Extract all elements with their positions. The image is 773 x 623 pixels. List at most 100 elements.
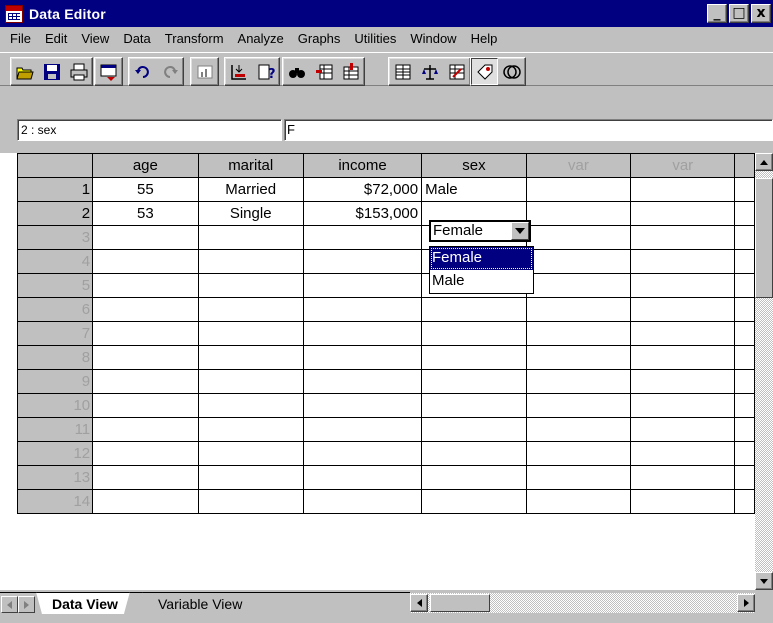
- cell-sex[interactable]: [421, 393, 527, 418]
- cell-var[interactable]: [630, 441, 736, 466]
- dropdown-option-female[interactable]: Female: [430, 247, 533, 270]
- cell-empty[interactable]: [734, 177, 755, 202]
- print-icon[interactable]: [65, 58, 92, 85]
- cell-var[interactable]: [630, 249, 736, 274]
- row-number[interactable]: 13: [16, 465, 94, 490]
- row-number[interactable]: 12: [16, 441, 94, 466]
- cell-income[interactable]: [302, 393, 423, 418]
- cell-age[interactable]: [92, 345, 199, 370]
- undo-icon[interactable]: [129, 58, 156, 85]
- menu-help[interactable]: Help: [464, 29, 505, 49]
- cell-var[interactable]: [525, 441, 632, 466]
- cell-marital[interactable]: [197, 441, 304, 466]
- vertical-scroll-thumb[interactable]: [755, 178, 773, 298]
- cell-var[interactable]: [525, 369, 632, 394]
- menu-window[interactable]: Window: [403, 29, 463, 49]
- cell-var[interactable]: [525, 177, 632, 202]
- horizontal-scrollbar[interactable]: [410, 593, 755, 613]
- cell-var[interactable]: [630, 177, 736, 202]
- cell-age[interactable]: [92, 225, 199, 250]
- menu-utilities[interactable]: Utilities: [347, 29, 403, 49]
- scroll-up-icon[interactable]: [755, 153, 773, 171]
- cell-marital[interactable]: [197, 249, 304, 274]
- cell-var[interactable]: [630, 417, 736, 442]
- grid-corner[interactable]: [16, 153, 94, 178]
- cell-empty[interactable]: [734, 441, 755, 466]
- cell-sex[interactable]: [421, 297, 527, 322]
- cell-empty[interactable]: [734, 321, 755, 346]
- cell-income[interactable]: [302, 225, 423, 250]
- cell-empty[interactable]: [734, 393, 755, 418]
- cell-income[interactable]: [302, 249, 423, 274]
- cell-marital[interactable]: [197, 345, 304, 370]
- cell-marital[interactable]: [197, 225, 304, 250]
- cell-age[interactable]: [92, 297, 199, 322]
- cell-empty[interactable]: [734, 345, 755, 370]
- column-header-age[interactable]: age: [92, 153, 199, 178]
- cell-marital[interactable]: [197, 297, 304, 322]
- select-cases-icon[interactable]: [443, 58, 470, 85]
- cell-var[interactable]: [630, 489, 736, 514]
- row-number[interactable]: 10: [16, 393, 94, 418]
- row-number[interactable]: 3: [16, 225, 94, 250]
- open-icon[interactable]: [11, 58, 38, 85]
- row-number[interactable]: 14: [16, 489, 94, 514]
- tab-scroll-right-icon[interactable]: [18, 596, 35, 613]
- column-header-marital[interactable]: marital: [197, 153, 304, 178]
- cell-var[interactable]: [525, 465, 632, 490]
- cell-sex[interactable]: [421, 417, 527, 442]
- column-header-sex[interactable]: sex: [421, 153, 527, 178]
- cell-var[interactable]: [525, 249, 632, 274]
- scroll-left-icon[interactable]: [410, 594, 428, 612]
- cell-empty[interactable]: [734, 465, 755, 490]
- cell-income[interactable]: [302, 321, 423, 346]
- cell-age[interactable]: [92, 417, 199, 442]
- menu-edit[interactable]: Edit: [38, 29, 74, 49]
- cell-var[interactable]: [630, 201, 736, 226]
- sex-value-combo[interactable]: Female: [429, 220, 531, 242]
- cell-empty[interactable]: [734, 225, 755, 250]
- cell-marital[interactable]: [197, 417, 304, 442]
- cell-var[interactable]: [630, 393, 736, 418]
- weight-cases-icon[interactable]: [416, 58, 443, 85]
- cell-marital[interactable]: Married: [197, 177, 304, 202]
- cell-marital[interactable]: [197, 321, 304, 346]
- title-bar[interactable]: Data Editor _ □ x: [0, 0, 773, 27]
- cell-sex[interactable]: [421, 441, 527, 466]
- cell-sex[interactable]: [421, 369, 527, 394]
- horizontal-scroll-thumb[interactable]: [430, 594, 490, 612]
- goto-chart-icon[interactable]: [191, 58, 218, 85]
- cell-var[interactable]: [525, 321, 632, 346]
- row-number[interactable]: 1: [16, 177, 94, 202]
- cell-income[interactable]: [302, 417, 423, 442]
- cell-var[interactable]: [525, 417, 632, 442]
- column-header-income[interactable]: income: [302, 153, 423, 178]
- row-number[interactable]: 2: [16, 201, 94, 226]
- scroll-down-icon[interactable]: [755, 572, 773, 590]
- cell-marital[interactable]: [197, 489, 304, 514]
- row-number[interactable]: 11: [16, 417, 94, 442]
- scroll-right-icon[interactable]: [737, 594, 755, 612]
- chevron-down-icon[interactable]: [511, 222, 529, 240]
- cell-marital[interactable]: [197, 369, 304, 394]
- goto-case-icon[interactable]: [225, 58, 252, 85]
- maximize-button[interactable]: □: [729, 4, 749, 23]
- dialog-recall-icon[interactable]: [95, 58, 122, 85]
- cell-income[interactable]: $153,000: [302, 201, 423, 226]
- cell-income[interactable]: [302, 273, 423, 298]
- dropdown-option-male[interactable]: Male: [430, 270, 533, 293]
- cell-empty[interactable]: [734, 417, 755, 442]
- row-number[interactable]: 7: [16, 321, 94, 346]
- cell-var[interactable]: [525, 273, 632, 298]
- menu-view[interactable]: View: [74, 29, 116, 49]
- minimize-button[interactable]: _: [707, 4, 727, 23]
- row-number[interactable]: 5: [16, 273, 94, 298]
- cell-income[interactable]: [302, 465, 423, 490]
- cell-marital[interactable]: [197, 465, 304, 490]
- cell-income[interactable]: $72,000: [302, 177, 423, 202]
- row-number[interactable]: 6: [16, 297, 94, 322]
- column-header-var[interactable]: var: [525, 153, 632, 178]
- cell-var[interactable]: [630, 321, 736, 346]
- cell-marital[interactable]: Single: [197, 201, 304, 226]
- menu-file[interactable]: File: [3, 29, 38, 49]
